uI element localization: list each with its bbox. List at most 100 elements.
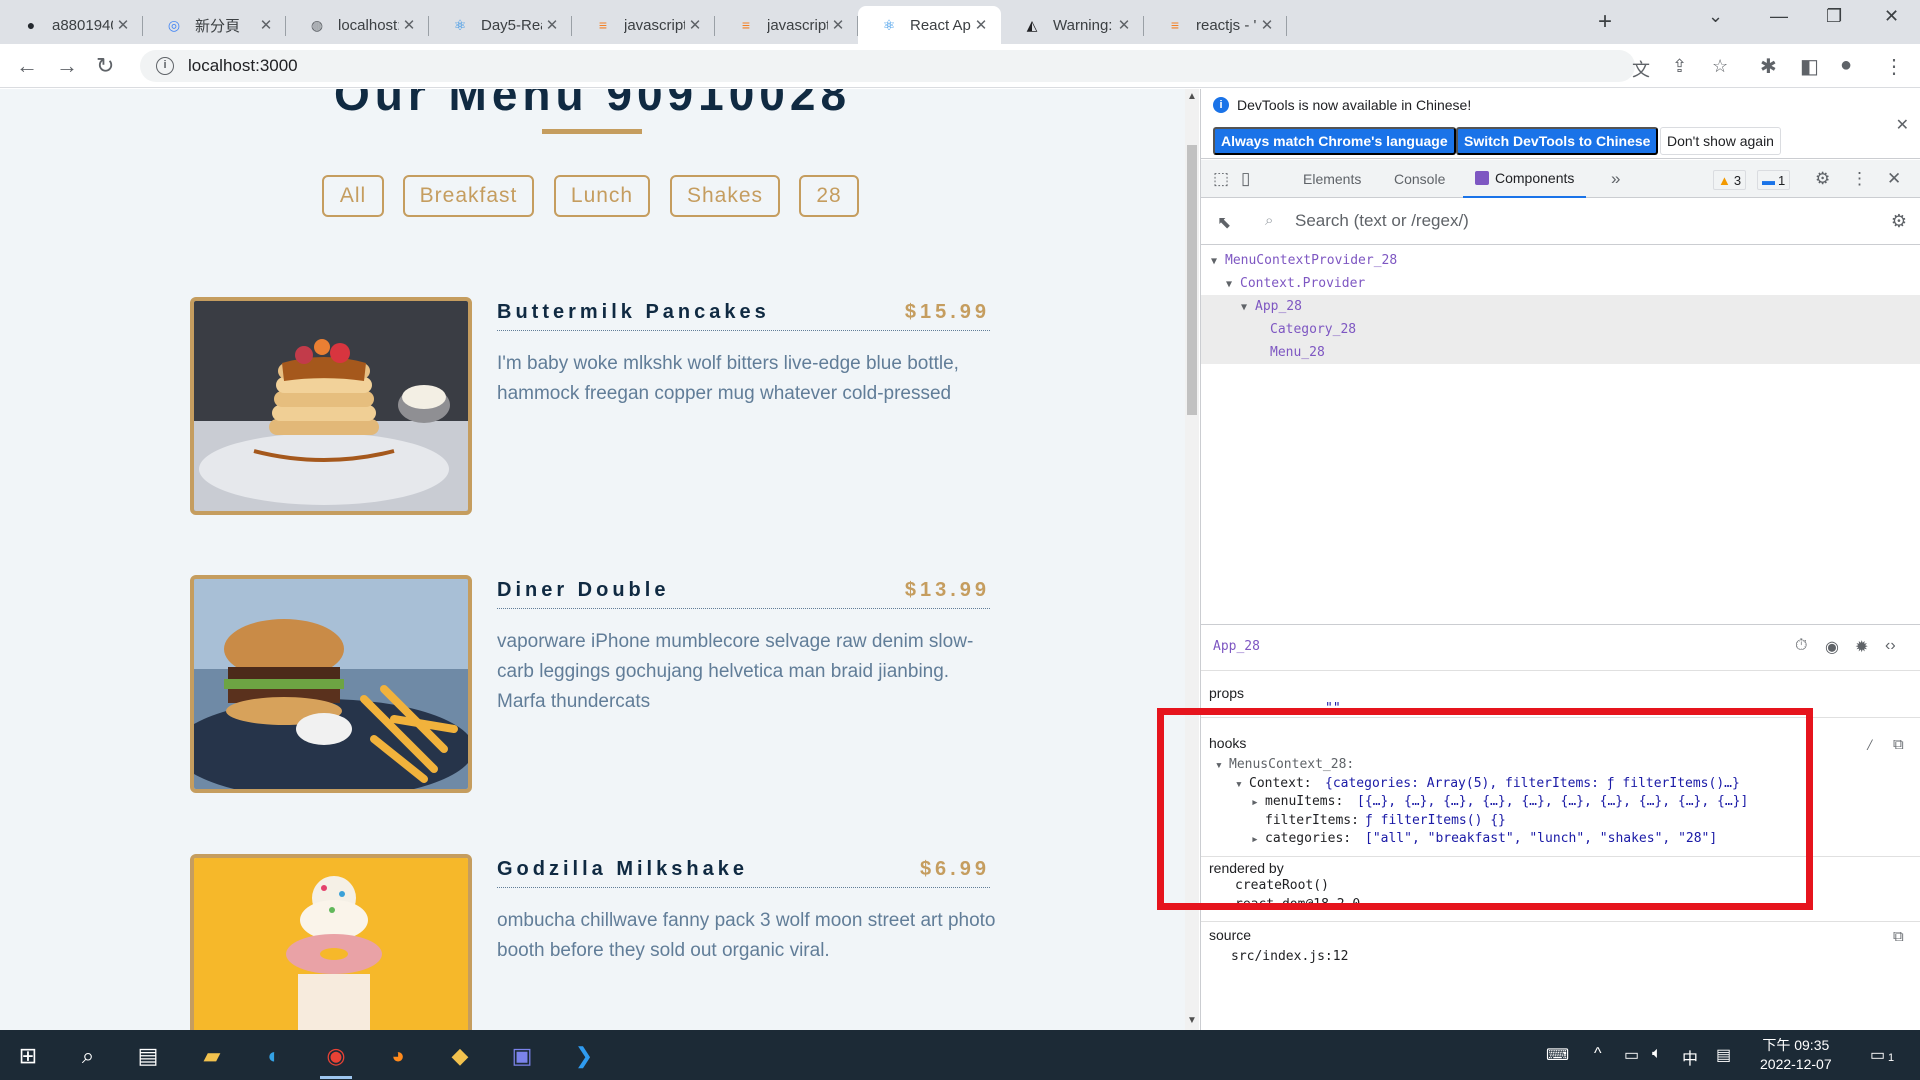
search-input[interactable]: Search (text or /regex/)	[1295, 211, 1469, 231]
vscode-icon[interactable]: ❯	[562, 1038, 606, 1074]
browser-tab[interactable]: ≡ reactjs - 'Rea✕	[1144, 6, 1287, 44]
ime-mode-icon[interactable]: ▤	[1716, 1045, 1731, 1065]
close-tab-icon[interactable]: ✕	[542, 16, 562, 34]
site-info-icon[interactable]: i	[156, 57, 174, 75]
filter-shakes-button[interactable]: Shakes	[670, 175, 780, 217]
filter-lunch-button[interactable]: Lunch	[554, 175, 650, 217]
extensions-icon[interactable]: ✱	[1760, 54, 1777, 79]
teams-icon[interactable]: ▣	[500, 1038, 544, 1074]
expand-icon[interactable]: ▾	[1215, 758, 1223, 773]
source-location[interactable]: src/index.js:12	[1231, 949, 1348, 964]
devtools-menu-icon[interactable]: ⋮	[1851, 169, 1868, 189]
git-app-icon[interactable]: ◆	[438, 1038, 482, 1074]
tree-row-selected[interactable]: ▼ App_28	[1201, 295, 1920, 318]
keyboard-icon[interactable]: ⌨	[1546, 1045, 1569, 1065]
tab-console[interactable]: Console	[1394, 160, 1445, 198]
restore-icon[interactable]: ❐	[1826, 6, 1842, 27]
translate-icon[interactable]: 文	[1632, 56, 1650, 82]
share-icon[interactable]: ⇪	[1672, 56, 1687, 77]
tab-components[interactable]: Components	[1463, 160, 1587, 198]
system-clock[interactable]: 下午 09:35 2022-12-07	[1760, 1036, 1832, 1074]
side-panel-icon[interactable]: ◧	[1800, 54, 1819, 79]
scroll-up-arrow-icon[interactable]: ▲	[1187, 91, 1197, 102]
device-toolbar-icon[interactable]: ▯	[1241, 169, 1250, 189]
expand-icon[interactable]: ▸	[1251, 832, 1259, 847]
expand-icon[interactable]: ▼	[1211, 250, 1225, 273]
close-infobar-icon[interactable]: ✕	[1896, 115, 1909, 135]
notifications-icon[interactable]: ▭	[1870, 1045, 1885, 1065]
select-component-icon[interactable]: ⬉	[1217, 213, 1231, 233]
close-tab-icon[interactable]: ✕	[971, 16, 991, 34]
match-language-button[interactable]: Always match Chrome's language	[1213, 127, 1456, 155]
filter-28-button[interactable]: 28	[799, 175, 859, 217]
edit-hooks-icon[interactable]: ⁄	[1865, 735, 1875, 755]
browser-tab[interactable]: ≡ javascript - R✕	[572, 6, 715, 44]
back-icon[interactable]: ←	[16, 53, 38, 79]
filter-breakfast-button[interactable]: Breakfast	[403, 175, 534, 217]
browser-tab[interactable]: ◎ 新分頁 ✕	[143, 6, 286, 44]
browser-tab[interactable]: ◭ Warning: Eac✕	[1001, 6, 1144, 44]
tree-row[interactable]: Menu_28	[1201, 341, 1920, 364]
more-tabs-icon[interactable]: »	[1611, 169, 1620, 189]
file-explorer-icon[interactable]: ▰	[190, 1038, 234, 1074]
browser-tab[interactable]: ⚛ React App✕	[858, 6, 1001, 44]
task-view-icon[interactable]: ▤	[126, 1038, 170, 1074]
volume-muted-icon[interactable]: 🔈︎	[1652, 1045, 1662, 1063]
filter-all-button[interactable]: All	[322, 175, 384, 217]
browser-tab[interactable]: ⚛ Day5-React H✕	[429, 6, 572, 44]
devtools-settings-icon[interactable]: ⚙	[1815, 169, 1830, 189]
profile-avatar-icon[interactable]: ●	[1840, 54, 1852, 77]
browser-tab[interactable]: ● a88019401/1✕	[0, 6, 143, 44]
forward-icon[interactable]: →	[56, 53, 78, 79]
close-tab-icon[interactable]: ✕	[828, 16, 848, 34]
reload-icon[interactable]: ↻	[96, 53, 114, 79]
expand-icon[interactable]: ▸	[1251, 795, 1259, 810]
expand-icon[interactable]: ▼	[1226, 273, 1240, 296]
close-tab-icon[interactable]: ✕	[1114, 16, 1134, 34]
browser-tab[interactable]: ≡ javascript - in✕	[715, 6, 858, 44]
close-window-icon[interactable]: ✕	[1884, 6, 1899, 27]
address-bar[interactable]: i localhost:3000	[140, 50, 1635, 82]
chrome-taskbar-icon[interactable]: ◉	[314, 1038, 358, 1079]
scrollbar-thumb[interactable]	[1187, 145, 1197, 415]
close-tab-icon[interactable]: ✕	[685, 16, 705, 34]
close-devtools-icon[interactable]: ✕	[1887, 169, 1901, 189]
tree-row[interactable]: ▼ Context.Provider	[1201, 272, 1920, 295]
tree-row[interactable]: Category_28	[1201, 318, 1920, 341]
edge-icon[interactable]: ◐	[252, 1038, 296, 1074]
dont-show-again-button[interactable]: Don't show again	[1660, 127, 1781, 155]
bookmark-star-icon[interactable]: ☆	[1712, 56, 1728, 77]
inspect-dom-eye-icon[interactable]: ◉	[1825, 637, 1839, 657]
expand-icon[interactable]: ▾	[1235, 777, 1243, 792]
close-tab-icon[interactable]: ✕	[1257, 16, 1277, 34]
tree-row[interactable]: ▼ MenuContextProvider_28	[1201, 249, 1920, 272]
close-tab-icon[interactable]: ✕	[113, 16, 133, 34]
minimize-icon[interactable]: —	[1770, 6, 1788, 27]
switch-chinese-button[interactable]: Switch DevTools to Chinese	[1456, 127, 1659, 155]
chrome-menu-icon[interactable]: ⋮	[1884, 54, 1904, 79]
start-icon[interactable]: ⊞	[6, 1038, 50, 1074]
tray-overflow-icon[interactable]: ^	[1594, 1045, 1602, 1063]
messages-badge[interactable]: ▬ 1	[1757, 170, 1791, 190]
log-bug-icon[interactable]: ✹	[1855, 637, 1868, 657]
close-tab-icon[interactable]: ✕	[256, 16, 276, 34]
components-settings-icon[interactable]: ⚙	[1891, 211, 1907, 232]
ime-indicator[interactable]: 中	[1682, 1045, 1698, 1069]
copy-source-icon[interactable]: ⧉	[1893, 927, 1904, 945]
suspend-icon[interactable]: ⏱	[1795, 637, 1807, 655]
view-source-icon[interactable]: ‹›	[1885, 637, 1896, 655]
firefox-icon[interactable]: ◕	[376, 1038, 420, 1074]
warnings-badge[interactable]: ▲ 3	[1713, 170, 1747, 190]
network-icon[interactable]: ▭	[1624, 1045, 1639, 1065]
inspect-element-icon[interactable]: ⬚	[1213, 169, 1229, 189]
close-tab-icon[interactable]: ✕	[399, 16, 419, 34]
copy-hooks-icon[interactable]: ⧉	[1893, 735, 1904, 753]
tab-search-icon[interactable]: ⌄	[1708, 6, 1723, 27]
tab-elements[interactable]: Elements	[1303, 160, 1361, 198]
page-scrollbar[interactable]: ▲ ▼	[1185, 89, 1199, 1030]
browser-tab[interactable]: ◍ localhost:564✕	[286, 6, 429, 44]
expand-icon[interactable]: ▼	[1241, 296, 1255, 319]
scroll-down-arrow-icon[interactable]: ▼	[1187, 1015, 1197, 1026]
taskbar-search-icon[interactable]: ⌕	[66, 1038, 110, 1074]
rendered-by-item[interactable]: createRoot()	[1235, 878, 1329, 893]
